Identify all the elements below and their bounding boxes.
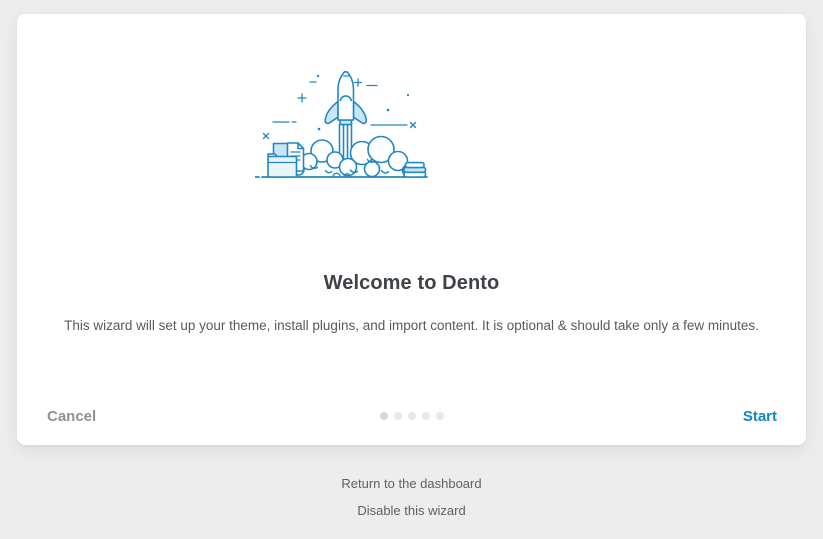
wizard-footer: Cancel Start	[47, 404, 777, 428]
smoke-clouds	[293, 137, 414, 177]
return-to-dashboard-link[interactable]: Return to the dashboard	[341, 476, 481, 491]
wizard-description: This wizard will set up your theme, inst…	[17, 318, 806, 333]
rocket	[325, 72, 366, 125]
page-title: Welcome to Dento	[17, 272, 806, 295]
coin-stack	[404, 163, 426, 177]
step-dot	[436, 412, 444, 420]
start-button[interactable]: Start	[743, 408, 777, 425]
cancel-button[interactable]: Cancel	[47, 408, 96, 425]
disable-wizard-link[interactable]: Disable this wizard	[357, 503, 465, 518]
step-dot	[380, 412, 388, 420]
step-dot	[394, 412, 402, 420]
rocket-launch-illustration	[255, 70, 430, 180]
step-dot	[408, 412, 416, 420]
disable-wizard-link-row: Disable this wizard	[0, 503, 823, 518]
wizard-card: Welcome to Dento This wizard will set up…	[17, 14, 806, 445]
return-to-dashboard-link-row: Return to the dashboard	[0, 476, 823, 491]
step-dots	[380, 412, 444, 420]
step-dot	[422, 412, 430, 420]
